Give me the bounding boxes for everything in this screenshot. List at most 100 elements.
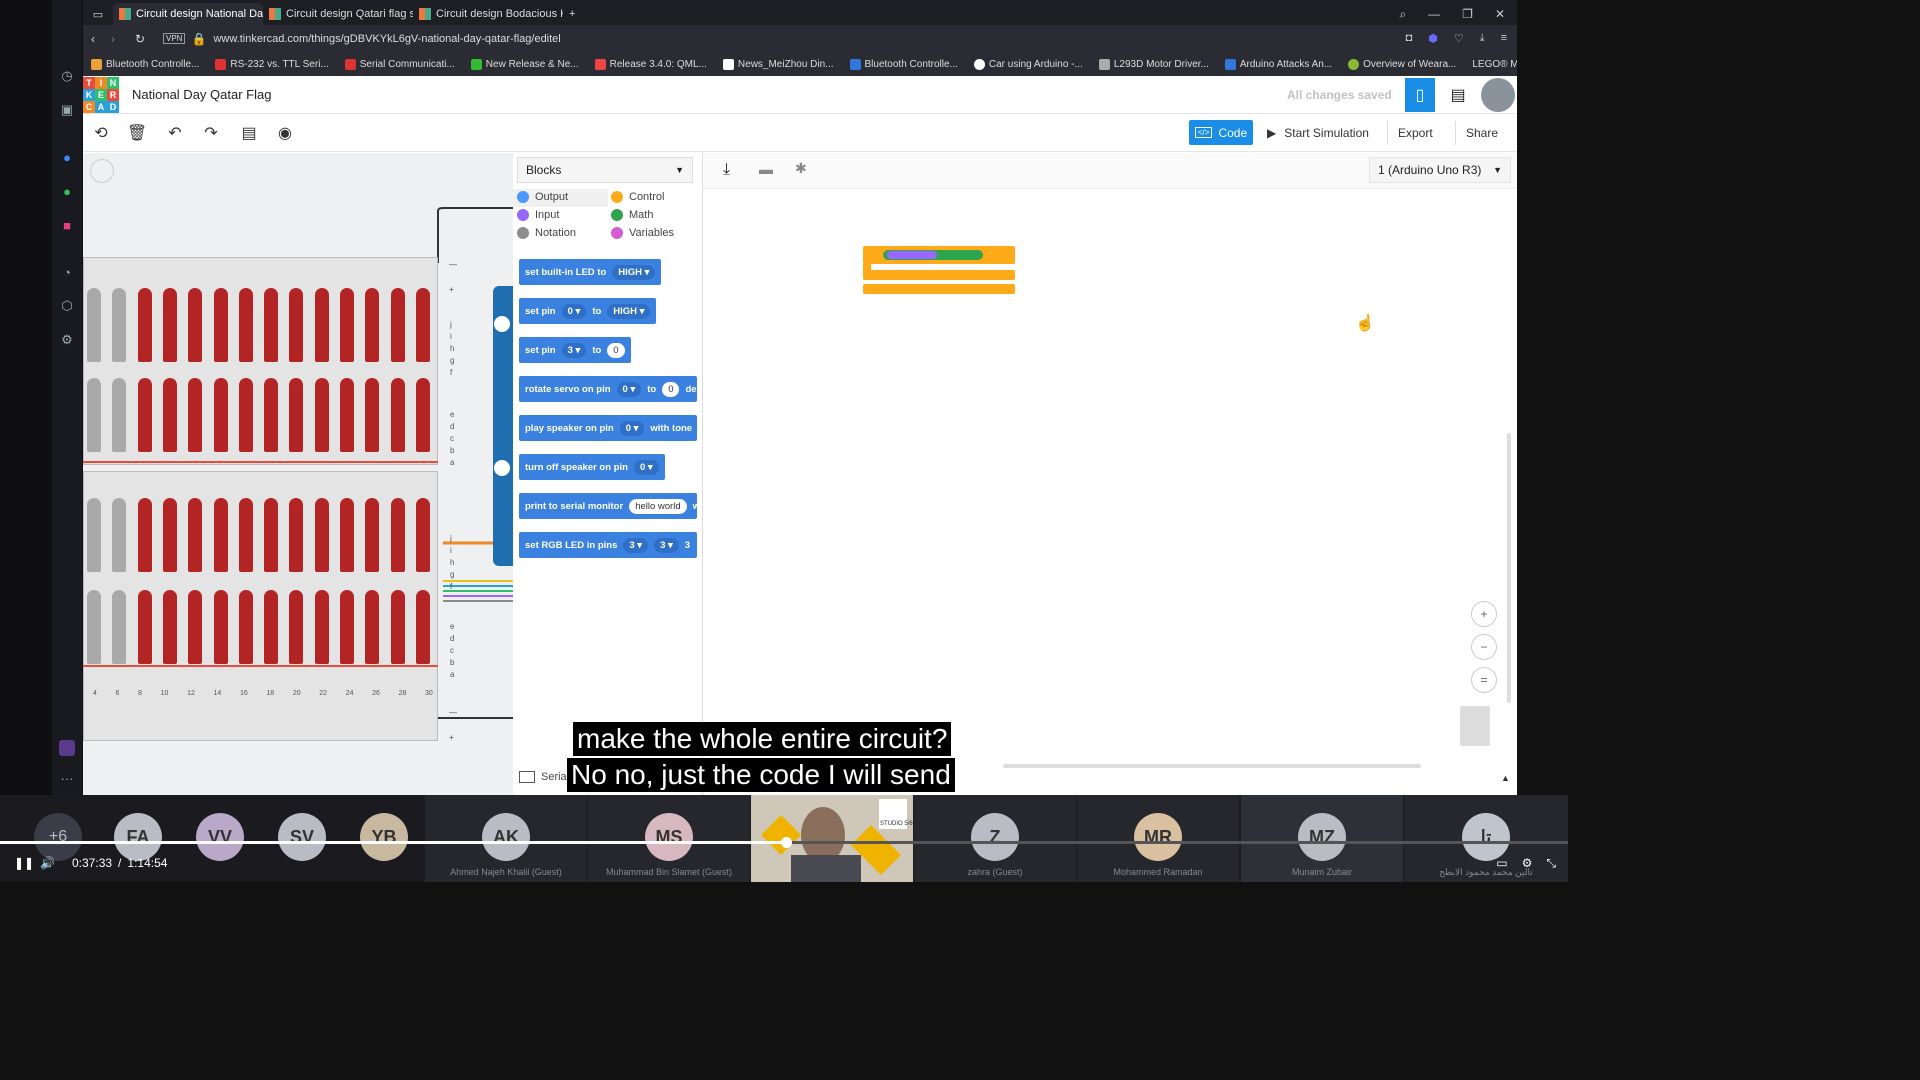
zoom-reset-icon[interactable]: = bbox=[1471, 667, 1497, 693]
upload-icon[interactable]: ▬ bbox=[759, 161, 773, 177]
download-code-icon[interactable]: ⤓ bbox=[723, 161, 730, 179]
vertical-scrollbar[interactable] bbox=[1507, 433, 1511, 703]
pause-icon[interactable]: ❚❚ bbox=[14, 856, 36, 870]
bookmark[interactable]: RS-232 vs. TTL Seri... bbox=[215, 58, 329, 70]
back-icon[interactable]: ‹ bbox=[91, 32, 111, 46]
led[interactable] bbox=[213, 498, 228, 572]
led[interactable] bbox=[238, 378, 253, 452]
led[interactable] bbox=[289, 288, 304, 362]
text-input[interactable]: hello world bbox=[629, 498, 687, 514]
delete-icon[interactable]: 🗑 bbox=[126, 122, 148, 144]
led[interactable] bbox=[137, 498, 152, 572]
component-list-icon[interactable]: ▤ bbox=[1446, 84, 1470, 106]
led[interactable] bbox=[112, 288, 127, 362]
led[interactable] bbox=[137, 590, 152, 664]
bookmark[interactable]: Serial Communicati... bbox=[344, 58, 455, 70]
pin-dropdown[interactable]: 0 ▾ bbox=[619, 420, 645, 436]
zoom-out-icon[interactable]: − bbox=[1471, 634, 1497, 660]
blocks-dropdown[interactable]: Blocks ▼ bbox=[517, 157, 693, 183]
circuit-workplane[interactable]: + — + — jihgf edcba jihgf edcba 4 6 8 10 12 1… bbox=[83, 153, 513, 795]
tab-3[interactable]: Circuit design Bodacious K ✕ bbox=[413, 3, 563, 25]
trash-icon[interactable] bbox=[1460, 706, 1490, 746]
more-icon[interactable]: ··· bbox=[57, 768, 77, 788]
led[interactable] bbox=[415, 498, 430, 572]
led[interactable] bbox=[188, 498, 203, 572]
debugger-icon[interactable]: ✱ bbox=[795, 160, 807, 177]
value-dropdown[interactable]: HIGH ▾ bbox=[612, 264, 656, 280]
bookmark[interactable]: Arduino Attacks An... bbox=[1224, 58, 1332, 70]
category-math[interactable]: Math bbox=[611, 209, 653, 221]
serial-monitor-toggle[interactable]: Seria bbox=[519, 771, 567, 783]
category-output[interactable]: Output bbox=[517, 191, 568, 203]
led[interactable] bbox=[289, 498, 304, 572]
bookmark[interactable]: Car using Arduino -... bbox=[973, 58, 1083, 70]
project-title[interactable]: National Day Qatar Flag bbox=[132, 87, 271, 102]
led[interactable] bbox=[390, 288, 405, 362]
category-control[interactable]: Control bbox=[611, 191, 664, 203]
breadboard-top[interactable] bbox=[83, 257, 438, 465]
tinkercad-logo[interactable]: T I N K E R C A D bbox=[83, 76, 119, 114]
instagram-icon[interactable]: ■ bbox=[57, 215, 77, 235]
led[interactable] bbox=[213, 590, 228, 664]
rotate-icon[interactable]: ⟲ bbox=[90, 122, 112, 144]
led[interactable] bbox=[365, 498, 380, 572]
led[interactable] bbox=[213, 378, 228, 452]
camera-icon[interactable]: ◘ bbox=[1406, 32, 1413, 45]
led[interactable] bbox=[162, 590, 177, 664]
minimize-player-icon[interactable]: ⤡ bbox=[1546, 856, 1556, 871]
speed-dial-icon[interactable]: ◷ bbox=[57, 66, 77, 86]
bookmark[interactable]: Overview of Weara... bbox=[1348, 58, 1456, 70]
led[interactable] bbox=[314, 288, 329, 362]
settings-icon[interactable]: ⚙ bbox=[1522, 856, 1533, 870]
led[interactable] bbox=[314, 590, 329, 664]
search-tabs-icon[interactable]: ⌕ bbox=[1399, 7, 1406, 22]
block-rotate-servo[interactable]: rotate servo on pin0 ▾to0degre bbox=[519, 376, 697, 402]
zoom-in-icon[interactable]: + bbox=[1471, 601, 1497, 627]
pin-dropdown[interactable]: 0 ▾ bbox=[633, 459, 659, 475]
breadboard-bottom[interactable] bbox=[83, 471, 438, 741]
volume-icon[interactable]: 🔊 bbox=[40, 856, 66, 870]
category-variables[interactable]: Variables bbox=[611, 227, 674, 239]
led[interactable] bbox=[340, 378, 354, 452]
led[interactable] bbox=[137, 288, 152, 362]
history-icon[interactable]: ◔ bbox=[57, 262, 77, 282]
led[interactable] bbox=[87, 288, 101, 362]
led[interactable] bbox=[289, 590, 304, 664]
start-simulation-button[interactable]: ▶ Start Simulation bbox=[1257, 121, 1379, 145]
video-scrubber[interactable] bbox=[780, 837, 792, 848]
download-icon[interactable]: ⤓ bbox=[1480, 32, 1485, 45]
shield-icon[interactable]: ⬢ bbox=[1428, 32, 1438, 45]
led[interactable] bbox=[162, 288, 177, 362]
led[interactable] bbox=[238, 288, 253, 362]
circuit-view-icon[interactable]: ▯ bbox=[1405, 78, 1435, 112]
whatsapp-icon[interactable]: ● bbox=[57, 181, 77, 201]
messenger-icon[interactable]: ● bbox=[57, 147, 77, 167]
value-input[interactable]: 0 bbox=[607, 342, 625, 358]
horizontal-scrollbar[interactable] bbox=[1003, 764, 1421, 768]
export-button[interactable]: Export bbox=[1387, 121, 1443, 145]
pin-dropdown[interactable]: 3 ▾ bbox=[561, 342, 587, 358]
forward-icon[interactable]: › bbox=[111, 32, 135, 46]
tab-menu-icon[interactable]: ▭ bbox=[83, 3, 113, 25]
block-set-pin-digital[interactable]: set pin 0 ▾ to HIGH ▾ bbox=[519, 298, 657, 324]
bookmark[interactable]: New Release & Ne... bbox=[470, 58, 579, 70]
value-dropdown[interactable]: HIGH ▾ bbox=[607, 303, 651, 319]
led[interactable] bbox=[162, 498, 177, 572]
extension-icon[interactable] bbox=[59, 740, 75, 756]
block-set-pin-analog[interactable]: set pin 3 ▾ to 0 bbox=[519, 337, 631, 363]
led[interactable] bbox=[87, 590, 101, 664]
led[interactable] bbox=[365, 288, 380, 362]
pin-dropdown[interactable]: 3 ▾ bbox=[654, 537, 679, 553]
led[interactable] bbox=[188, 288, 203, 362]
vpn-badge[interactable]: VPN bbox=[163, 33, 186, 44]
led[interactable] bbox=[365, 378, 380, 452]
pin-dropdown[interactable]: 0 ▾ bbox=[561, 303, 587, 319]
collapse-icon[interactable]: ▲ bbox=[1501, 773, 1510, 783]
redo-icon[interactable]: ↷ bbox=[200, 122, 222, 144]
notes-icon[interactable]: ▤ bbox=[238, 122, 260, 144]
led[interactable] bbox=[390, 590, 405, 664]
board-dropdown[interactable]: 1 (Arduino Uno R3) ▼ bbox=[1369, 157, 1511, 183]
led[interactable] bbox=[264, 288, 279, 362]
led[interactable] bbox=[340, 590, 354, 664]
led[interactable] bbox=[314, 378, 329, 452]
